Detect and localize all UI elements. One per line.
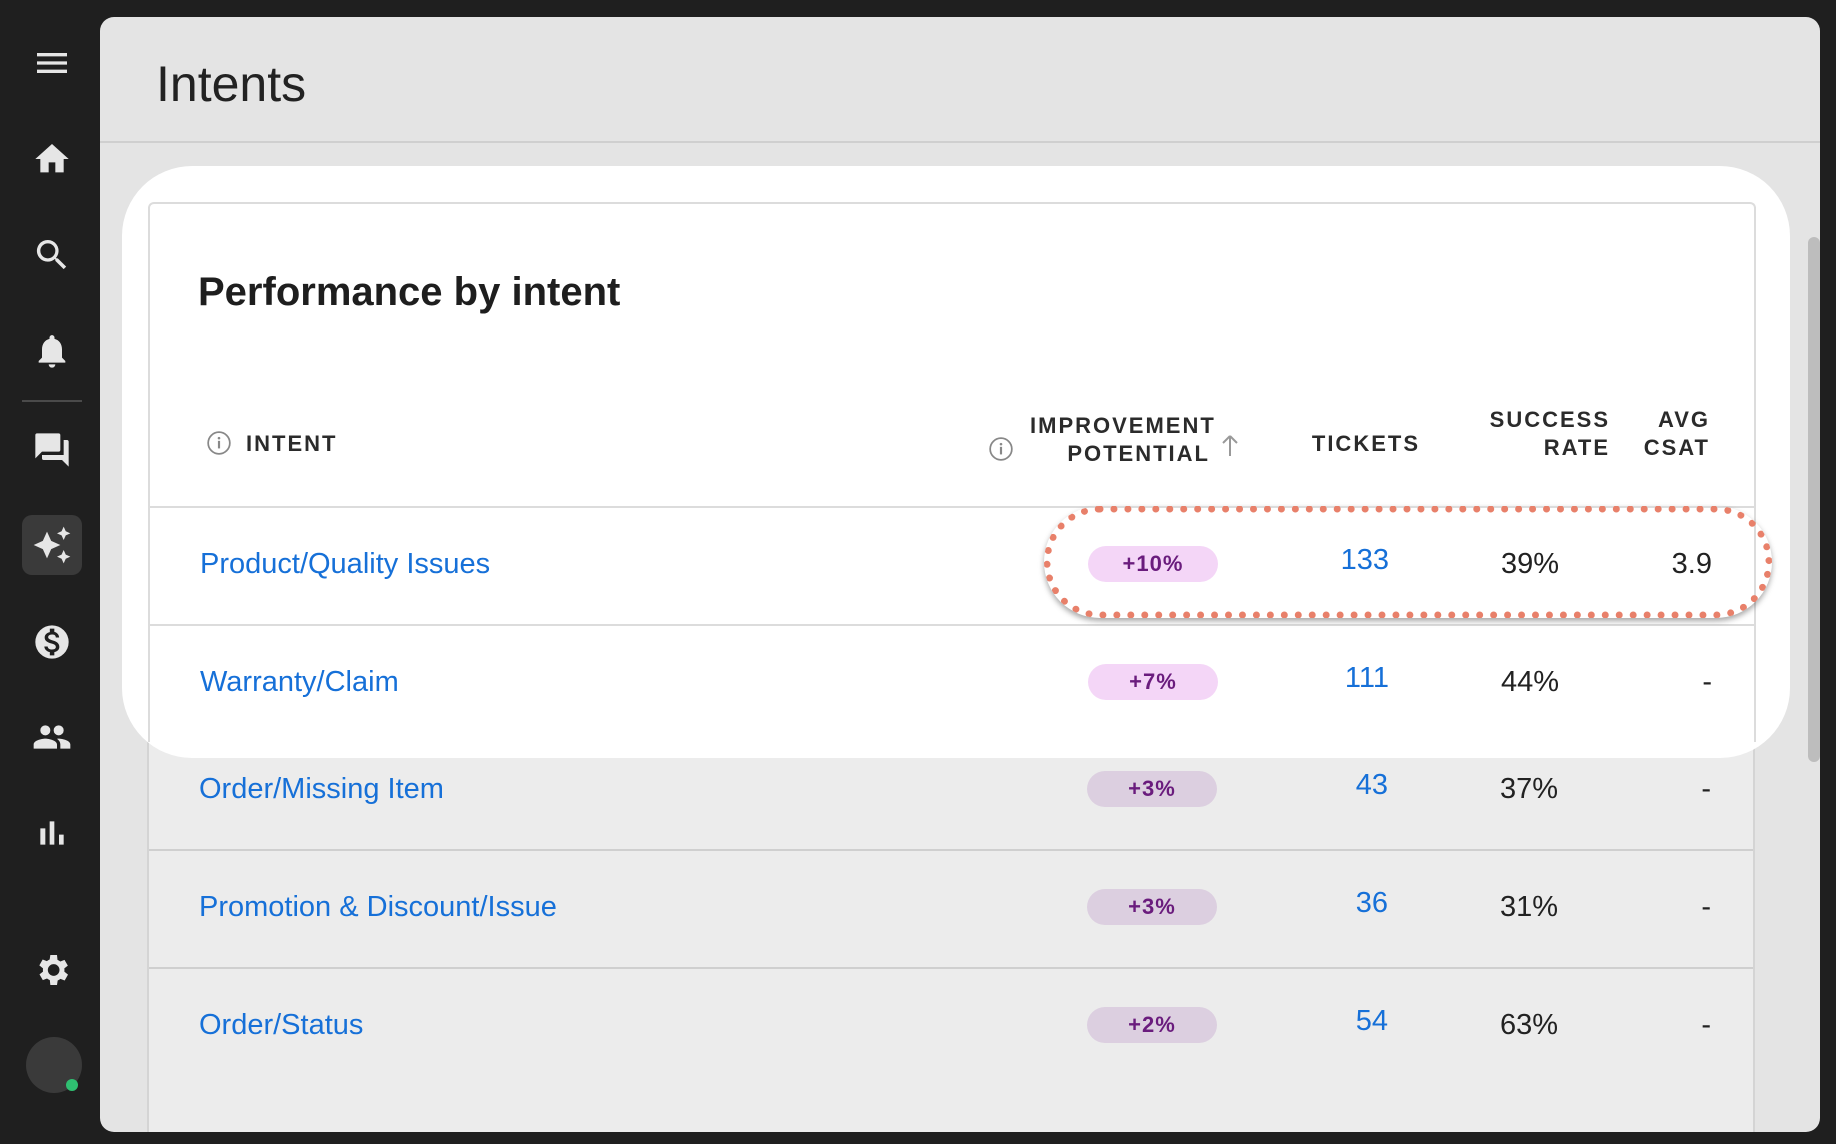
- intent-link[interactable]: Product/Quality Issues: [200, 548, 490, 581]
- table-row[interactable]: Promotion & Discount/Issue +3% 36 31% -: [149, 849, 1753, 967]
- improvement-badge: +3%: [1087, 771, 1217, 807]
- success-rate: 63%: [1499, 1009, 1558, 1041]
- sparkles-icon: [33, 526, 71, 564]
- column-header-success-line2[interactable]: RATE: [1450, 434, 1610, 462]
- avg-csat: -: [1701, 773, 1711, 805]
- column-header-tickets[interactable]: TICKETS: [1260, 430, 1420, 458]
- column-header-intent[interactable]: INTENT: [246, 430, 337, 458]
- improvement-badge: +3%: [1087, 889, 1217, 925]
- table-row[interactable]: Warranty/Claim +7% 111 44% -: [150, 624, 1754, 742]
- scrollbar[interactable]: [1808, 237, 1820, 762]
- intent-link[interactable]: Warranty/Claim: [200, 666, 399, 699]
- bar-chart-icon: [40, 821, 64, 845]
- gear-icon: [39, 955, 68, 985]
- avg-csat: -: [1701, 891, 1711, 923]
- column-header-improvement-line2[interactable]: POTENTIAL: [1030, 440, 1210, 468]
- notifications-button[interactable]: [22, 321, 82, 381]
- chat-icon: [35, 433, 69, 467]
- bell-icon: [38, 335, 66, 368]
- conversations-button[interactable]: [22, 420, 82, 480]
- ai-button[interactable]: [22, 515, 82, 575]
- online-status-dot: [66, 1079, 78, 1091]
- column-header-success-line1[interactable]: SUCCESS: [1450, 406, 1610, 434]
- improvement-badge: +7%: [1088, 664, 1218, 700]
- sidebar-divider: [22, 400, 82, 402]
- team-button[interactable]: [22, 707, 82, 767]
- avg-csat: -: [1702, 666, 1712, 698]
- billing-button[interactable]: [22, 612, 82, 672]
- tickets-link[interactable]: 36: [1356, 887, 1388, 920]
- people-icon: [33, 725, 71, 749]
- success-rate: 31%: [1499, 891, 1558, 923]
- improvement-badge: +2%: [1087, 1007, 1217, 1043]
- success-rate: 37%: [1499, 773, 1558, 805]
- intent-link[interactable]: Order/Missing Item: [199, 773, 444, 806]
- menu-icon: [37, 53, 67, 73]
- dollar-icon: [35, 625, 69, 659]
- performance-card-highlighted: Performance by intent INTENT IMPROVEMENT…: [148, 202, 1756, 742]
- search-icon: [36, 240, 67, 270]
- success-rate: 44%: [1500, 666, 1559, 698]
- info-icon[interactable]: [206, 430, 232, 456]
- intent-link[interactable]: Order/Status: [199, 1009, 363, 1042]
- intent-link[interactable]: Promotion & Discount/Issue: [199, 891, 557, 924]
- column-header-csat-line1[interactable]: AVG: [1590, 406, 1710, 434]
- column-header-improvement-line1[interactable]: IMPROVEMENT: [1030, 412, 1214, 440]
- page-title: Intents: [156, 56, 307, 112]
- page-header: Intents: [100, 17, 1820, 143]
- avg-csat: -: [1701, 1009, 1711, 1041]
- menu-button[interactable]: [22, 33, 82, 93]
- sidebar: [0, 0, 100, 1144]
- tickets-link[interactable]: 111: [1345, 662, 1389, 695]
- tickets-link[interactable]: 43: [1356, 769, 1388, 802]
- column-header-csat-line2[interactable]: CSAT: [1590, 434, 1710, 462]
- highlight-ring: [1044, 506, 1772, 618]
- home-button[interactable]: [22, 129, 82, 189]
- table-header: INTENT IMPROVEMENT POTENTIAL TICKETS SUC…: [150, 392, 1754, 508]
- home-icon: [35, 144, 69, 173]
- info-icon[interactable]: [988, 436, 1014, 462]
- search-button[interactable]: [22, 225, 82, 285]
- sort-ascending-icon[interactable]: [1218, 432, 1242, 460]
- analytics-button[interactable]: [22, 803, 82, 863]
- settings-button[interactable]: [22, 940, 82, 1000]
- table-row[interactable]: Order/Status +2% 54 63% -: [149, 967, 1753, 1085]
- tickets-link[interactable]: 54: [1356, 1005, 1388, 1038]
- card-title: Performance by intent: [198, 270, 621, 314]
